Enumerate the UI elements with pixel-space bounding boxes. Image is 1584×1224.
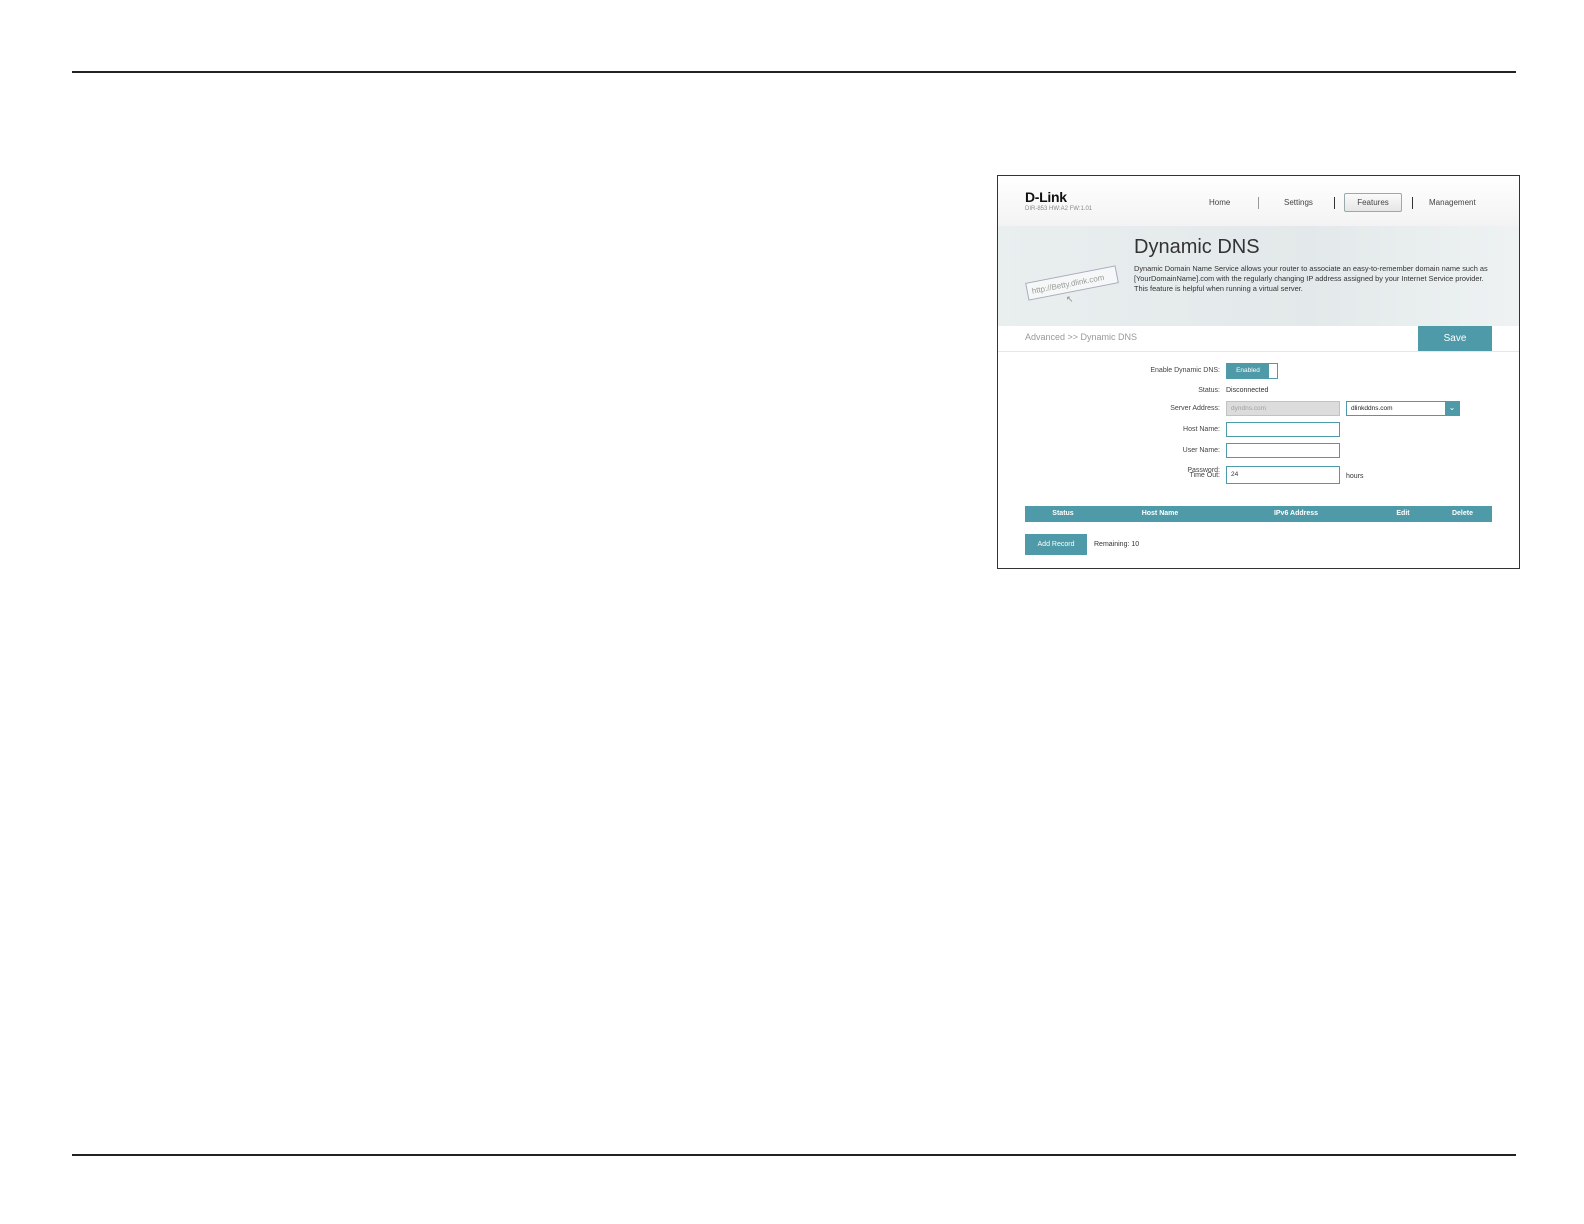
user-name-label: User Name: [1182,447,1220,454]
column-delete: Delete [1451,510,1473,517]
nav-separator [1334,197,1335,209]
enable-ddns-label: Enable Dynamic DNS: [1150,367,1220,374]
records-table-header: Status Host Name IPv6 Address Edit Delet… [1025,506,1492,522]
cursor-icon: ↖ [1066,294,1074,304]
server-select-value: dlinkddns.com [1351,405,1393,412]
breadcrumb: Advanced >> Dynamic DNS [1025,332,1138,342]
timeout-unit: hours [1346,473,1364,480]
router-screenshot: D-Link DIR-853 HW:A2 FW:1.01 Home Settin… [997,175,1520,569]
nav-features[interactable]: Features [1344,193,1402,212]
nav-separator [1258,197,1259,209]
add-record-button[interactable]: Add Record [1025,534,1087,555]
page-title: Dynamic DNS [1134,236,1260,258]
server-address-input[interactable]: dyndns.com [1226,401,1340,416]
page-description: Dynamic Domain Name Service allows your … [1134,264,1488,293]
bottom-rule [72,1154,1516,1156]
timeout-input[interactable]: 24 [1226,466,1340,484]
top-navigation-bar: D-Link DIR-853 HW:A2 FW:1.01 Home Settin… [998,176,1519,227]
server-address-label: Server Address: [1170,405,1220,412]
column-host-name: Host Name [1141,510,1179,517]
column-status: Status [1052,510,1074,517]
column-ipv6-address: IPv6 Address [1273,510,1319,517]
model-info: DIR-853 HW:A2 FW:1.01 [1025,206,1093,212]
server-address-select[interactable]: dlinkddns.com ⌄ [1346,401,1460,416]
nav-home[interactable]: Home [1209,198,1230,207]
dlink-logo: D-Link [1025,189,1067,205]
chevron-down-icon: ⌄ [1445,402,1459,415]
host-name-label: Host Name: [1183,426,1220,433]
status-label: Status: [1198,387,1220,394]
status-value: Disconnected [1226,387,1269,394]
nav-settings[interactable]: Settings [1284,198,1313,207]
column-edit: Edit [1396,510,1410,517]
nav-management[interactable]: Management [1429,198,1476,207]
enable-ddns-toggle[interactable]: Enabled [1226,363,1278,379]
remaining-count: Remaining: 10 [1094,541,1140,548]
timeout-label: Time Out: [1189,472,1220,479]
top-rule [72,71,1516,73]
user-name-input[interactable] [1226,443,1340,458]
toggle-state: Enabled [1227,364,1269,378]
save-button[interactable]: Save [1418,326,1492,351]
host-name-input[interactable] [1226,422,1340,437]
nav-separator [1412,197,1413,209]
